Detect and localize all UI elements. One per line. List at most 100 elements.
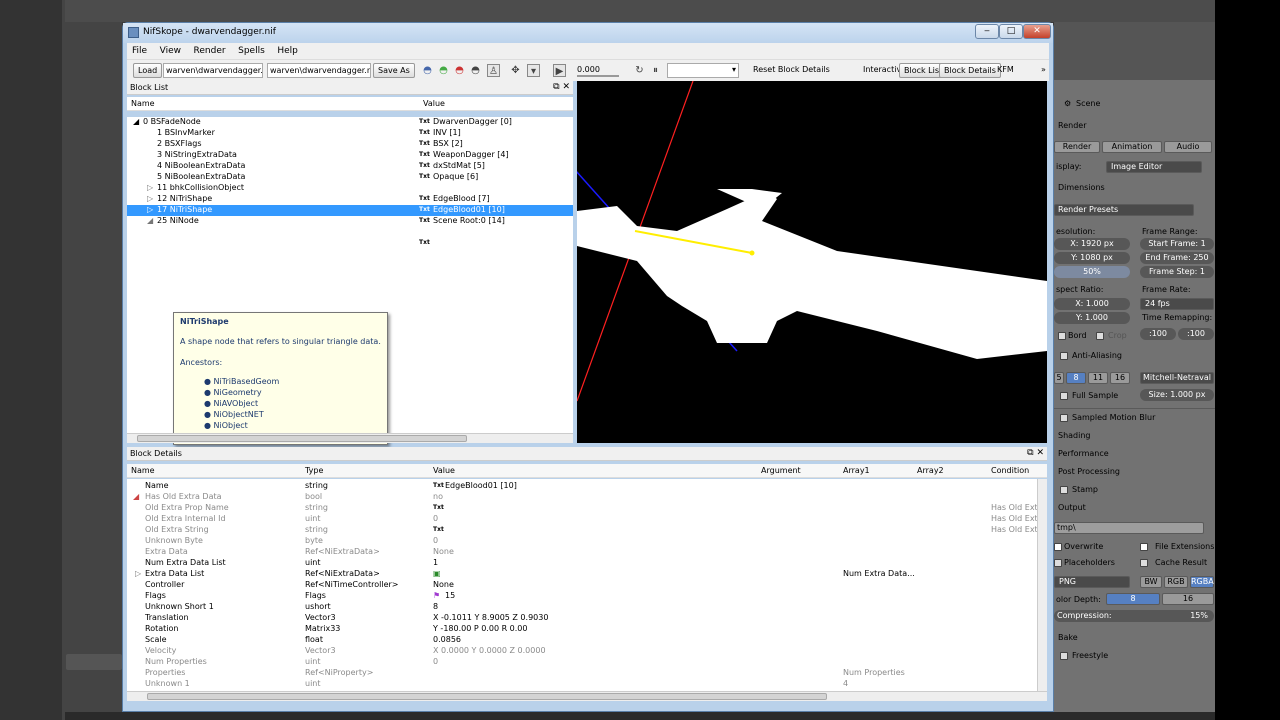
save-path-field[interactable]: warven\dwarvendagger.nif: [267, 63, 371, 78]
table-row[interactable]: Old Extra Prop Name string Txt Has Old E…: [127, 503, 1047, 514]
animation-button[interactable]: Animation: [1102, 141, 1162, 153]
tree-row[interactable]: 4 NiBooleanExtraData Txt dxStdMat [5]: [127, 161, 573, 172]
sanitize-blue-icon[interactable]: ◓: [421, 64, 434, 77]
table-row[interactable]: Unknown Byte byte 0: [127, 536, 1047, 547]
col-value[interactable]: Value: [423, 99, 445, 108]
menu-view[interactable]: View: [155, 43, 186, 56]
dimensions-header[interactable]: Dimensions: [1054, 180, 1215, 196]
time-slider[interactable]: [577, 75, 619, 77]
block-details-vscrollbar[interactable]: [1037, 479, 1047, 691]
view-walk-icon[interactable]: ♙: [487, 64, 500, 77]
maximize-button[interactable]: □: [999, 24, 1023, 39]
move-icon[interactable]: ✥: [509, 64, 522, 77]
table-row[interactable]: Rotation Matrix33 Y -180.00 P 0.00 R 0.0…: [127, 624, 1047, 635]
switch-sequence-icon[interactable]: ⏸: [649, 64, 662, 77]
tree-row[interactable]: Txt: [127, 238, 573, 249]
start-frame-field[interactable]: Start Frame: 1: [1140, 238, 1214, 250]
aa-5-button[interactable]: 5: [1054, 372, 1064, 384]
remap-new-field[interactable]: :100: [1178, 328, 1214, 340]
shading-header[interactable]: Shading: [1054, 428, 1215, 444]
post-processing-header[interactable]: Post Processing: [1054, 464, 1215, 480]
anti-aliasing-header[interactable]: Anti-Aliasing: [1054, 348, 1215, 364]
audio-button[interactable]: Audio: [1164, 141, 1212, 153]
freestyle-header[interactable]: Freestyle: [1054, 648, 1215, 664]
table-row[interactable]: Unknown 1 uint 4: [127, 679, 1047, 690]
table-row[interactable]: Old Extra Internal Id uint 0 Has Old Ext: [127, 514, 1047, 525]
sanitize-grey-icon[interactable]: ◓: [469, 64, 482, 77]
bw-button[interactable]: BW: [1140, 576, 1162, 588]
expand-icon[interactable]: ◢: [133, 117, 139, 126]
table-row[interactable]: Num Properties uint 0: [127, 657, 1047, 668]
cache-result-checkbox[interactable]: [1140, 559, 1148, 567]
display-select[interactable]: Image Editor: [1106, 161, 1202, 173]
rgba-button[interactable]: RGBA: [1190, 576, 1214, 588]
tree-row[interactable]: 3 NiStringExtraData Txt WeaponDagger [4]: [127, 150, 573, 161]
fps-select[interactable]: 24 fps: [1140, 298, 1214, 310]
tree-row[interactable]: 2 BSXFlags Txt BSX [2]: [127, 139, 573, 150]
aa-filter-select[interactable]: Mitchell-Netraval: [1140, 372, 1214, 384]
collapsed-icon[interactable]: ▷: [135, 569, 141, 578]
block-details-toggle[interactable]: Block Details: [939, 63, 1001, 78]
view-dropdown-icon[interactable]: ▾: [527, 64, 540, 77]
aa-16-button[interactable]: 16: [1110, 372, 1130, 384]
tree-row[interactable]: ◢ 25 NiNode Txt Scene Root:0 [14]: [127, 216, 573, 227]
rgb-button[interactable]: RGB: [1164, 576, 1188, 588]
render-button[interactable]: Render: [1054, 141, 1100, 153]
menu-file[interactable]: File: [127, 43, 152, 56]
file-extensions-checkbox[interactable]: [1140, 543, 1148, 551]
compression-slider[interactable]: Compression: 15%: [1054, 610, 1214, 622]
table-row[interactable]: Unknown Short 1 ushort 8: [127, 602, 1047, 613]
motion-blur-header[interactable]: Sampled Motion Blur: [1054, 410, 1215, 426]
resolution-x-field[interactable]: X: 1920 px: [1054, 238, 1130, 250]
scrollbar-thumb[interactable]: [147, 693, 827, 700]
tree-row-selected[interactable]: ▷ 17 NiTriShape Txt EdgeBlood01 [10]: [127, 205, 573, 216]
table-row[interactable]: Scale float 0.0856: [127, 635, 1047, 646]
collapsed-icon[interactable]: ▷: [147, 205, 153, 214]
close-button[interactable]: ✕: [1023, 24, 1051, 39]
col-value[interactable]: Value: [433, 466, 455, 475]
viewport-shading-control[interactable]: [66, 654, 122, 670]
performance-header[interactable]: Performance: [1054, 446, 1215, 462]
menu-help[interactable]: Help: [272, 43, 303, 56]
tree-row[interactable]: ▷ 12 NiTriShape Txt EdgeBlood [7]: [127, 194, 573, 205]
col-type[interactable]: Type: [305, 466, 323, 475]
sequence-select[interactable]: ▾: [667, 63, 739, 78]
play-icon[interactable]: ▶: [553, 64, 566, 77]
table-row[interactable]: Controller Ref<NiTimeController> None: [127, 580, 1047, 591]
table-row[interactable]: ▷ Extra Data List Ref<NiExtraData> ▣ Num…: [127, 569, 1047, 580]
aa-size-field[interactable]: Size: 1.000 px: [1140, 389, 1214, 401]
render-panel-header[interactable]: Render: [1054, 118, 1215, 134]
aspect-x-field[interactable]: X: 1.000: [1054, 298, 1130, 310]
menu-spells[interactable]: Spells: [233, 43, 270, 56]
expand-icon[interactable]: ◢: [133, 492, 139, 501]
output-path-field[interactable]: tmp\: [1054, 522, 1204, 534]
table-row[interactable]: Flags Flags ⚑ 15: [127, 591, 1047, 602]
block-list-hscrollbar[interactable]: [127, 433, 573, 443]
kfm-toggle[interactable]: KFM: [993, 63, 1018, 78]
table-row[interactable]: Properties Ref<NiProperty> Num Propertie…: [127, 668, 1047, 679]
bake-header[interactable]: Bake: [1054, 630, 1215, 646]
col-condition[interactable]: Condition: [991, 466, 1029, 475]
menu-render[interactable]: Render: [189, 43, 231, 56]
loop-icon[interactable]: ↻: [633, 64, 646, 77]
tree-row[interactable]: ◢ 0 BSFadeNode Txt DwarvenDagger [0]: [127, 117, 573, 128]
format-select[interactable]: PNG: [1054, 576, 1130, 588]
table-row[interactable]: Translation Vector3 X -0.1011 Y 8.9005 Z…: [127, 613, 1047, 624]
render-presets-select[interactable]: Render Presets: [1054, 204, 1194, 216]
load-button[interactable]: Load: [133, 63, 163, 78]
save-as-button[interactable]: Save As: [373, 63, 415, 78]
scrollbar-thumb[interactable]: [137, 435, 467, 442]
resolution-percent-field[interactable]: 50%: [1054, 266, 1130, 278]
panel-float-close-icon[interactable]: ⧉ ✕: [553, 82, 570, 92]
sanitize-red-icon[interactable]: ◓: [453, 64, 466, 77]
crop-checkbox[interactable]: [1096, 332, 1104, 340]
col-argument[interactable]: Argument: [761, 466, 801, 475]
toolbar-overflow[interactable]: »: [1037, 63, 1050, 78]
table-row[interactable]: Num Extra Data List uint 1: [127, 558, 1047, 569]
tree-row[interactable]: 5 NiBooleanExtraData Txt Opaque [6]: [127, 172, 573, 183]
tree-row[interactable]: ▷ 11 bhkCollisionObject: [127, 183, 573, 194]
table-row[interactable]: ◢ Has Old Extra Data bool no: [127, 492, 1047, 503]
remap-old-field[interactable]: :100: [1140, 328, 1176, 340]
frame-step-field[interactable]: Frame Step: 1: [1140, 266, 1214, 278]
aa-8-button[interactable]: 8: [1066, 372, 1086, 384]
